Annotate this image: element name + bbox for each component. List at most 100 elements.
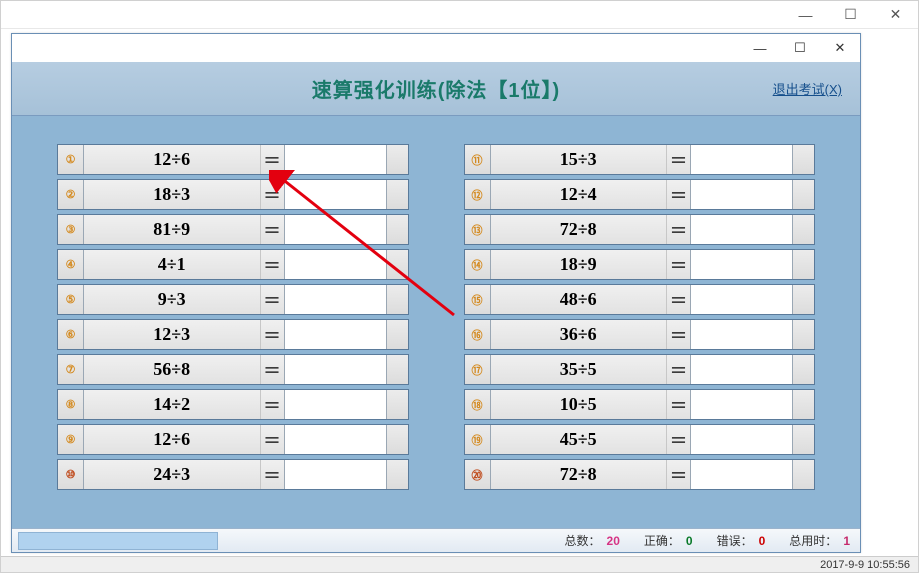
answer-cell	[690, 180, 792, 209]
equals-sign: ＝	[666, 285, 690, 314]
answer-cell	[690, 215, 792, 244]
row-tail	[386, 460, 408, 489]
correct-value: 0	[686, 534, 693, 548]
answer-input[interactable]	[691, 285, 792, 314]
answer-cell	[284, 425, 386, 454]
equals-sign: ＝	[260, 460, 284, 489]
problem-row: ③81÷9＝	[57, 214, 409, 245]
equals-sign: ＝	[260, 285, 284, 314]
outer-maximize-button[interactable]: ☐	[828, 1, 873, 29]
problem-expression: 14÷2	[84, 390, 260, 419]
problem-number: ⑯	[465, 320, 491, 349]
problem-expression: 45÷5	[491, 425, 667, 454]
status-filler	[18, 532, 218, 550]
problem-expression: 72÷8	[491, 460, 667, 489]
problem-expression: 18÷3	[84, 180, 260, 209]
answer-input[interactable]	[285, 145, 386, 174]
total-value: 20	[607, 534, 620, 548]
problem-expression: 9÷3	[84, 285, 260, 314]
problem-expression: 12÷6	[84, 145, 260, 174]
problem-row: ⑭18÷9＝	[464, 249, 816, 280]
answer-input[interactable]	[691, 425, 792, 454]
equals-sign: ＝	[260, 145, 284, 174]
answer-input[interactable]	[285, 320, 386, 349]
problem-number: ④	[58, 250, 84, 279]
answer-input[interactable]	[691, 250, 792, 279]
inner-maximize-button[interactable]: ☐	[780, 34, 820, 62]
outer-titlebar: — ☐ ✕	[1, 1, 918, 29]
exit-exam-link[interactable]: 退出考试(X)	[773, 79, 842, 98]
answer-input[interactable]	[285, 180, 386, 209]
problem-row: ⑪15÷3＝	[464, 144, 816, 175]
problem-number: ⑧	[58, 390, 84, 419]
answer-input[interactable]	[285, 425, 386, 454]
answer-cell	[284, 355, 386, 384]
answer-input[interactable]	[691, 355, 792, 384]
problem-row: ⑫12÷4＝	[464, 179, 816, 210]
problem-expression: 10÷5	[491, 390, 667, 419]
app-header: 速算强化训练(除法【1位】) 退出考试(X)	[12, 62, 860, 116]
problem-number: ⑩	[58, 460, 84, 489]
answer-input[interactable]	[285, 390, 386, 419]
answer-input[interactable]	[285, 215, 386, 244]
correct-label: 正确：	[644, 532, 680, 549]
row-tail	[386, 180, 408, 209]
answer-cell	[690, 425, 792, 454]
equals-sign: ＝	[260, 215, 284, 244]
answer-input[interactable]	[691, 390, 792, 419]
equals-sign: ＝	[666, 145, 690, 174]
answer-cell	[284, 285, 386, 314]
answer-input[interactable]	[285, 285, 386, 314]
answer-cell	[690, 390, 792, 419]
problem-row: ⑨12÷6＝	[57, 424, 409, 455]
problem-number: ②	[58, 180, 84, 209]
answer-input[interactable]	[285, 355, 386, 384]
problem-expression: 18÷9	[491, 250, 667, 279]
problem-row: ⑱10÷5＝	[464, 389, 816, 420]
answer-input[interactable]	[691, 320, 792, 349]
row-tail	[386, 145, 408, 174]
problem-expression: 56÷8	[84, 355, 260, 384]
inner-close-button[interactable]: ✕	[820, 34, 860, 62]
answer-input[interactable]	[285, 460, 386, 489]
answer-cell	[284, 180, 386, 209]
answer-cell	[284, 250, 386, 279]
equals-sign: ＝	[260, 390, 284, 419]
problem-expression: 4÷1	[84, 250, 260, 279]
row-tail	[792, 320, 814, 349]
answer-cell	[690, 250, 792, 279]
problem-row: ②18÷3＝	[57, 179, 409, 210]
equals-sign: ＝	[260, 425, 284, 454]
inner-minimize-button[interactable]: —	[740, 34, 780, 62]
answer-cell	[690, 320, 792, 349]
outer-minimize-button[interactable]: —	[783, 1, 828, 29]
row-tail	[386, 425, 408, 454]
problem-expression: 72÷8	[491, 215, 667, 244]
row-tail	[386, 250, 408, 279]
answer-input[interactable]	[691, 145, 792, 174]
worksheet: ①12÷6＝②18÷3＝③81÷9＝④4÷1＝⑤9÷3＝⑥12÷3＝⑦56÷8＝…	[12, 116, 860, 528]
answer-input[interactable]	[691, 180, 792, 209]
answer-input[interactable]	[285, 250, 386, 279]
answer-cell	[690, 285, 792, 314]
answer-cell	[690, 145, 792, 174]
problem-expression: 81÷9	[84, 215, 260, 244]
problem-row: ①12÷6＝	[57, 144, 409, 175]
equals-sign: ＝	[666, 355, 690, 384]
problem-row: ⑧14÷2＝	[57, 389, 409, 420]
problem-number: ⑨	[58, 425, 84, 454]
equals-sign: ＝	[666, 460, 690, 489]
row-tail	[386, 215, 408, 244]
row-tail	[386, 320, 408, 349]
equals-sign: ＝	[666, 215, 690, 244]
outer-close-button[interactable]: ✕	[873, 1, 918, 29]
problem-expression: 12÷4	[491, 180, 667, 209]
answer-cell	[284, 215, 386, 244]
answer-input[interactable]	[691, 460, 792, 489]
total-label: 总数：	[565, 532, 601, 549]
row-tail	[792, 390, 814, 419]
equals-sign: ＝	[666, 320, 690, 349]
problem-number: ①	[58, 145, 84, 174]
answer-input[interactable]	[691, 215, 792, 244]
time-label: 总用时：	[789, 532, 837, 549]
